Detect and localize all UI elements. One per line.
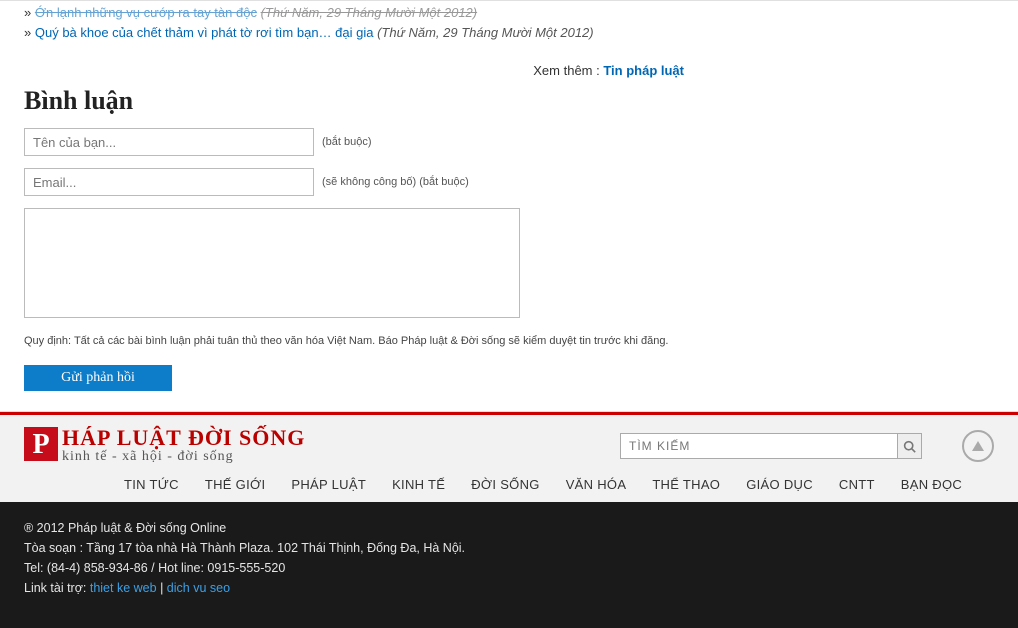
nav-tin-tuc[interactable]: TIN TỨC <box>124 477 179 492</box>
search-group <box>620 433 922 459</box>
footer-nav: TIN TỨC THẾ GIỚI PHÁP LUẬT KINH TẾ ĐỜI S… <box>0 471 1018 502</box>
separator: | <box>160 581 167 595</box>
footer-header: P háp luật đời sống kinh tế - xã hội - đ… <box>0 415 1018 471</box>
search-input[interactable] <box>620 433 898 459</box>
related-date: (Thứ Năm, 29 Tháng Mười Một 2012) <box>377 25 594 40</box>
copyright: ® 2012 Pháp luật & Đời sống Online <box>24 518 994 538</box>
comment-heading: Bình luận <box>24 86 994 116</box>
bullet: » <box>24 25 31 40</box>
see-more-link[interactable]: Tin pháp luật <box>603 63 684 78</box>
message-textarea[interactable] <box>24 208 520 318</box>
submit-button[interactable]: Gửi phản hồi <box>24 365 172 391</box>
name-row: (bắt buộc) <box>24 128 994 156</box>
nav-giao-duc[interactable]: GIÁO DỤC <box>746 477 813 492</box>
address: Tòa soạn : Tầng 17 tòa nhà Hà Thành Plaz… <box>24 538 994 558</box>
footer-info: ® 2012 Pháp luật & Đời sống Online Tòa s… <box>0 502 1018 628</box>
email-hint: (sẽ không công bố) (bắt buộc) <box>322 176 469 188</box>
related-links: » Ớn lạnh những vụ cướp ra tay tàn độc (… <box>24 1 994 43</box>
logo-mark: P <box>24 427 58 461</box>
nav-kinh-te[interactable]: KINH TẾ <box>392 477 445 492</box>
logo[interactable]: P háp luật đời sống kinh tế - xã hội - đ… <box>24 427 305 465</box>
see-more: Xem thêm : Tin pháp luật <box>24 63 994 78</box>
nav-the-gioi[interactable]: THẾ GIỚI <box>205 477 266 492</box>
search-icon <box>903 440 916 453</box>
footer: P háp luật đời sống kinh tế - xã hội - đ… <box>0 412 1018 628</box>
sponsor-link-1[interactable]: thiet ke web <box>90 581 157 595</box>
search-button[interactable] <box>898 433 922 459</box>
nav-doi-song[interactable]: ĐỜI SỐNG <box>471 477 539 492</box>
nav-phap-luat[interactable]: PHÁP LUẬT <box>291 477 366 492</box>
related-item: » Quý bà khoe của chết thảm vì phát tờ r… <box>24 23 994 43</box>
article-area: » Ớn lạnh những vụ cướp ra tay tàn độc (… <box>0 0 1018 412</box>
nav-cntt[interactable]: CNTT <box>839 477 875 492</box>
nav-ban-doc[interactable]: BẠN ĐỌC <box>901 477 962 492</box>
tel: Tel: (84-4) 858-934-86 / Hot line: 0915-… <box>24 558 994 578</box>
related-link[interactable]: Quý bà khoe của chết thảm vì phát tờ rơi… <box>35 25 374 40</box>
email-input[interactable] <box>24 168 314 196</box>
bullet: » <box>24 5 31 20</box>
sponsor-line: Link tài trợ: thiet ke web | dich vu seo <box>24 578 994 598</box>
scroll-top-button[interactable] <box>962 430 994 462</box>
sponsor-link-2[interactable]: dich vu seo <box>167 581 230 595</box>
nav-the-thao[interactable]: THỂ THAO <box>652 477 720 492</box>
sponsor-prefix: Link tài trợ: <box>24 581 90 595</box>
logo-subtitle: kinh tế - xã hội - đời sống <box>62 449 305 465</box>
logo-title: háp luật đời sống <box>62 427 305 449</box>
see-more-prefix: Xem thêm : <box>533 63 603 78</box>
related-item: » Ớn lạnh những vụ cướp ra tay tàn độc (… <box>24 3 994 23</box>
related-link[interactable]: Ớn lạnh những vụ cướp ra tay tàn độc <box>35 5 257 20</box>
nav-van-hoa[interactable]: VĂN HÓA <box>566 477 627 492</box>
name-input[interactable] <box>24 128 314 156</box>
chevron-up-icon <box>971 440 985 452</box>
email-row: (sẽ không công bố) (bắt buộc) <box>24 168 994 196</box>
name-hint: (bắt buộc) <box>322 136 372 148</box>
message-row <box>24 208 994 321</box>
related-date: (Thứ Năm, 29 Tháng Mười Một 2012) <box>261 5 478 20</box>
comment-rule: Quy định: Tất cả các bài bình luận phải … <box>24 335 994 347</box>
